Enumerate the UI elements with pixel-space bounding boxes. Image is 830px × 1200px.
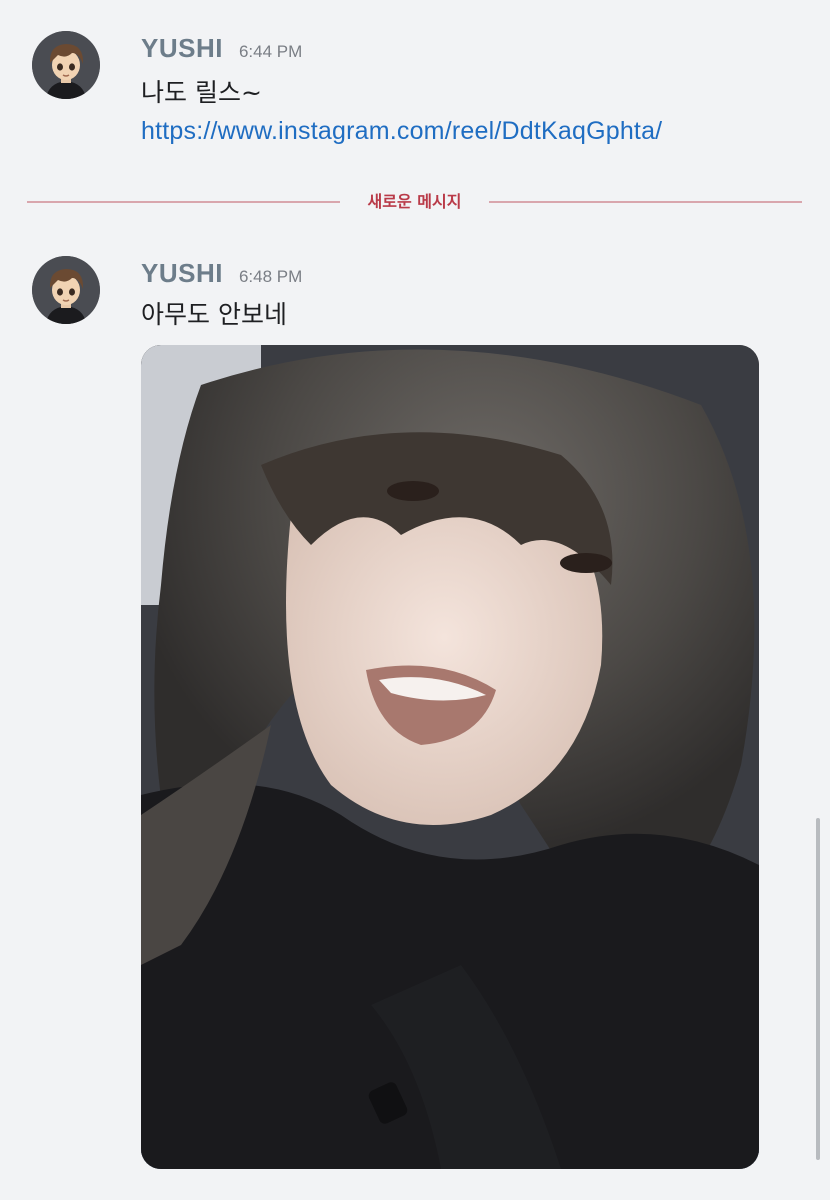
message-header: YUSHI 6:48 PM	[141, 258, 302, 289]
message-text: 나도 릴스~	[141, 78, 262, 107]
user-avatar[interactable]	[32, 31, 100, 99]
timestamp: 6:44 PM	[238, 42, 303, 61]
divider-line-left	[27, 201, 340, 203]
message-text: 아무도 안보네	[141, 300, 287, 329]
user-avatar[interactable]	[32, 256, 100, 324]
instagram-reel-link[interactable]: https://www.instagram.com/reel/DdtKaqGph…	[141, 117, 662, 146]
divider-line-right	[489, 201, 802, 203]
new-messages-label: 새로운 메시지	[367, 192, 462, 211]
username[interactable]: YUSHI	[141, 258, 223, 289]
scrollbar[interactable]	[816, 818, 820, 1160]
timestamp: 6:48 PM	[238, 267, 303, 286]
message-header: YUSHI 6:44 PM	[141, 33, 302, 64]
username[interactable]: YUSHI	[141, 33, 223, 64]
selfie-photo	[141, 345, 759, 1169]
image-attachment[interactable]	[141, 345, 759, 1169]
new-messages-divider: 새로운 메시지	[27, 188, 802, 216]
